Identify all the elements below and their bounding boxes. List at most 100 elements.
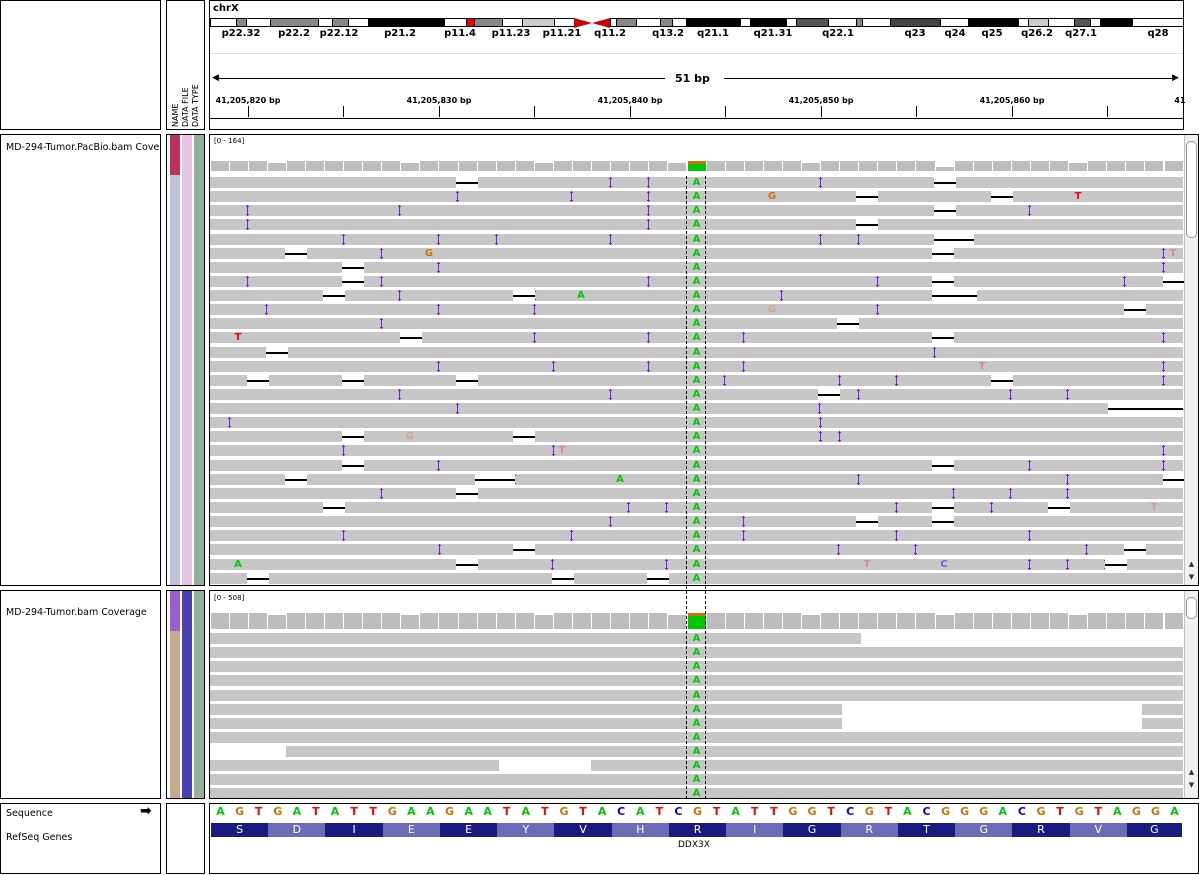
insertion-marker[interactable] (1028, 205, 1031, 217)
coverage-bar[interactable] (992, 613, 1011, 629)
insertion-marker[interactable] (456, 191, 459, 203)
insertion-marker[interactable] (895, 501, 898, 513)
amino-acid[interactable]: Y (497, 823, 555, 837)
insertion-marker[interactable] (1162, 332, 1165, 344)
insertion-marker[interactable] (876, 304, 879, 316)
sequence-base[interactable]: A (598, 805, 607, 818)
attr-datafile-label[interactable]: DATA FILE (181, 87, 190, 127)
coverage-bar[interactable] (592, 613, 611, 629)
sequence-base[interactable]: T (1056, 805, 1064, 818)
insertion-marker[interactable] (246, 205, 249, 217)
insertion-marker[interactable] (647, 191, 650, 203)
sequence-base[interactable]: A (426, 805, 435, 818)
sequence-base[interactable]: A (636, 805, 645, 818)
amino-acid[interactable]: R (840, 823, 898, 837)
amino-acid[interactable]: V (1069, 823, 1127, 837)
sequence-base[interactable]: G (1036, 805, 1045, 818)
mismatch-base[interactable]: C (940, 559, 947, 570)
coverage-bar[interactable] (1145, 161, 1164, 171)
insertion-marker[interactable] (1028, 530, 1031, 542)
coverage-bar[interactable] (286, 161, 305, 171)
coverage-bar[interactable] (916, 613, 935, 629)
coverage-bar[interactable] (782, 613, 801, 629)
coverage-bar[interactable] (878, 161, 897, 171)
coverage-bar[interactable] (1088, 161, 1107, 171)
coverage-bar[interactable] (401, 163, 420, 171)
alignment-read[interactable] (286, 746, 1183, 758)
insertion-marker[interactable] (647, 275, 650, 287)
mismatch-base[interactable]: A (234, 559, 242, 570)
mismatch-base[interactable]: T (979, 361, 986, 372)
coverage-bar[interactable] (267, 615, 286, 629)
illumina-scroll-down-icon[interactable]: ▼ (1186, 780, 1197, 791)
insertion-marker[interactable] (647, 332, 650, 344)
coverage-bar[interactable] (973, 613, 992, 629)
illumina-track-name[interactable]: MD-294-Tumor.bam Coverage (6, 607, 161, 618)
amino-acid[interactable]: I (726, 823, 784, 837)
pacbio-data-panel[interactable]: [0 - 164] AAAAAAAAAAAAAAAAAAAAAAAAAAAAAG… (209, 134, 1199, 586)
sequence-base[interactable]: A (483, 805, 492, 818)
gene-name-label[interactable]: DDX3X (678, 840, 710, 850)
insertion-marker[interactable] (265, 304, 268, 316)
insertion-marker[interactable] (1162, 374, 1165, 386)
insertion-marker[interactable] (609, 233, 612, 245)
insertion-marker[interactable] (495, 233, 498, 245)
coverage-bar[interactable] (477, 161, 496, 171)
sequence-base[interactable]: G (1075, 805, 1084, 818)
coverage-bar[interactable] (515, 161, 534, 171)
sequence-base[interactable]: T (255, 805, 263, 818)
sequence-base[interactable]: T (751, 805, 759, 818)
coverage-bar[interactable] (611, 161, 630, 171)
sequence-base[interactable]: G (235, 805, 244, 818)
coverage-bar[interactable] (744, 613, 763, 629)
insertion-marker[interactable] (876, 275, 879, 287)
sequence-base[interactable]: G (941, 805, 950, 818)
coverage-bar[interactable] (1164, 161, 1183, 171)
coverage-bar[interactable] (305, 161, 324, 171)
coverage-bar[interactable] (477, 613, 496, 629)
insertion-marker[interactable] (952, 487, 955, 499)
pacbio-reads[interactable]: AAAAAAAAAAAAAAAAAAAAAAAAAAAAAGTGTAGTTGTA… (210, 177, 1185, 585)
insertion-marker[interactable] (609, 177, 612, 188)
coverage-bar[interactable] (248, 161, 267, 171)
insertion-marker[interactable] (533, 304, 536, 316)
coverage-bar[interactable] (1107, 161, 1126, 171)
insertion-marker[interactable] (838, 374, 841, 386)
insertion-marker[interactable] (437, 233, 440, 245)
amino-acid[interactable]: V (554, 823, 612, 837)
coverage-bar[interactable] (1126, 161, 1145, 171)
sequence-base[interactable]: G (788, 805, 797, 818)
sequence-base[interactable]: A (1170, 805, 1179, 818)
coverage-bar[interactable] (267, 163, 286, 171)
coverage-bar[interactable] (496, 161, 515, 171)
pacbio-attr-name-color2[interactable] (170, 175, 180, 585)
pacbio-attr-type-color[interactable] (194, 135, 204, 585)
insertion-marker[interactable] (380, 247, 383, 259)
coverage-bar[interactable] (859, 613, 878, 629)
mismatch-base[interactable]: T (1170, 248, 1177, 259)
coverage-bar[interactable] (534, 163, 553, 171)
sequence-base[interactable]: T (369, 805, 377, 818)
insertion-marker[interactable] (647, 205, 650, 217)
coverage-bar[interactable] (573, 161, 592, 171)
insertion-marker[interactable] (1009, 487, 1012, 499)
insertion-marker[interactable] (228, 417, 231, 429)
insertion-marker[interactable] (647, 360, 650, 372)
alignment-read[interactable] (210, 703, 842, 715)
insertion-marker[interactable] (857, 388, 860, 400)
coverage-bar[interactable] (1050, 613, 1069, 629)
coverage-bar[interactable] (229, 161, 248, 171)
insertion-marker[interactable] (437, 459, 440, 471)
insertion-marker[interactable] (570, 530, 573, 542)
insertion-marker[interactable] (437, 261, 440, 273)
coverage-bar[interactable] (534, 615, 553, 629)
insertion-marker[interactable] (570, 191, 573, 203)
sequence-base[interactable]: G (693, 805, 702, 818)
insertion-marker[interactable] (1066, 558, 1069, 570)
coverage-bar[interactable] (1069, 615, 1088, 629)
sequence-base[interactable]: A (999, 805, 1008, 818)
coverage-bar[interactable] (706, 161, 725, 171)
illumina-scroll-thumb[interactable] (1186, 597, 1197, 619)
sequence-base[interactable]: T (350, 805, 358, 818)
insertion-marker[interactable] (819, 233, 822, 245)
